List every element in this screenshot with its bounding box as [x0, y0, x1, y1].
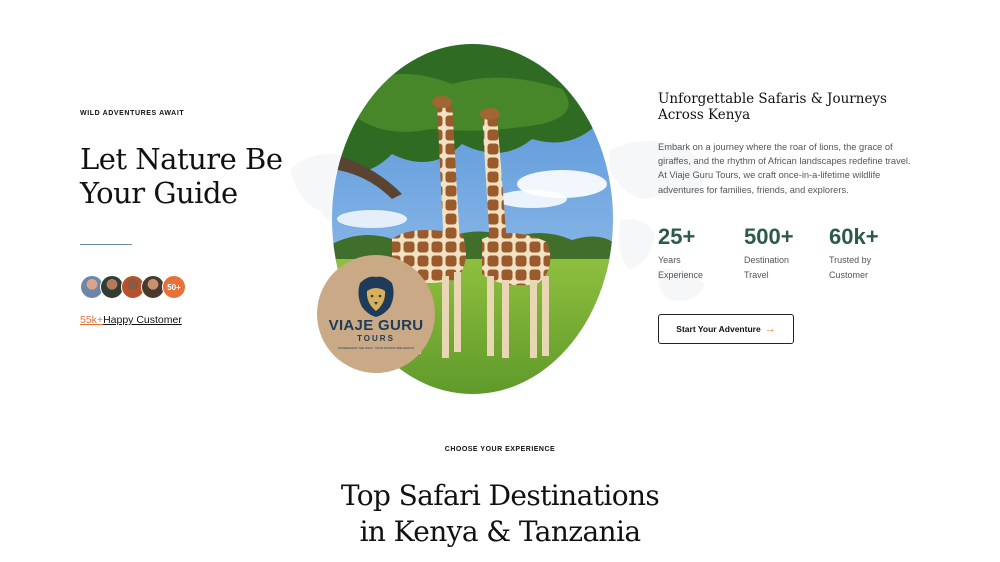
- viaje-guru-logo: VIAJE GURU TOURS EXPERIENCE THE WILD, YO…: [317, 255, 435, 373]
- logo-tagline: EXPERIENCE THE WILD, YOUR ADVENTURE AWAI…: [338, 346, 414, 350]
- logo-brand: VIAJE GURU: [328, 317, 424, 334]
- happy-customer-label: Happy Customer: [103, 314, 182, 326]
- stat-value: 25+: [658, 224, 696, 249]
- stat-years: 25+ Years Experience: [658, 224, 738, 283]
- destinations-title: Top Safari Destinations in Kenya & Tanza…: [0, 478, 1000, 550]
- avatars-count-badge: 50+: [162, 275, 186, 299]
- hero-title: Let Nature Be Your Guide: [80, 142, 283, 210]
- happy-customer-link[interactable]: 55k+Happy Customer: [80, 314, 182, 326]
- stat-destinations: 500+ Destination Travel: [744, 224, 824, 283]
- intro-title: Unforgettable Safaris & Journeys Across …: [658, 91, 887, 123]
- stat-customers: 60k+ Trusted by Customer: [829, 224, 909, 283]
- hero-eyebrow: WILD ADVENTURES AWAIT: [80, 110, 185, 117]
- start-adventure-button[interactable]: Start Your Adventure →: [658, 314, 794, 344]
- stat-label: Trusted by Customer: [829, 255, 872, 280]
- destinations-title-text: Top Safari Destinations in Kenya & Tanza…: [340, 479, 660, 548]
- happy-customer-count: 55k+: [80, 314, 104, 326]
- stat-value: 60k+: [829, 224, 879, 249]
- destinations-eyebrow: CHOOSE YOUR EXPERIENCE: [444, 446, 556, 453]
- logo-sub: TOURS: [357, 334, 395, 343]
- hero-divider: [80, 244, 132, 245]
- lion-logo-icon: [317, 255, 435, 373]
- intro-paragraph: Embark on a journey where the roar of li…: [658, 142, 911, 195]
- stat-label: Years Experience: [658, 255, 704, 280]
- stat-value: 500+: [744, 224, 794, 249]
- stat-label: Destination Travel: [744, 255, 790, 280]
- start-adventure-label: Start Your Adventure: [676, 324, 761, 334]
- arrow-right-icon: →: [764, 323, 776, 335]
